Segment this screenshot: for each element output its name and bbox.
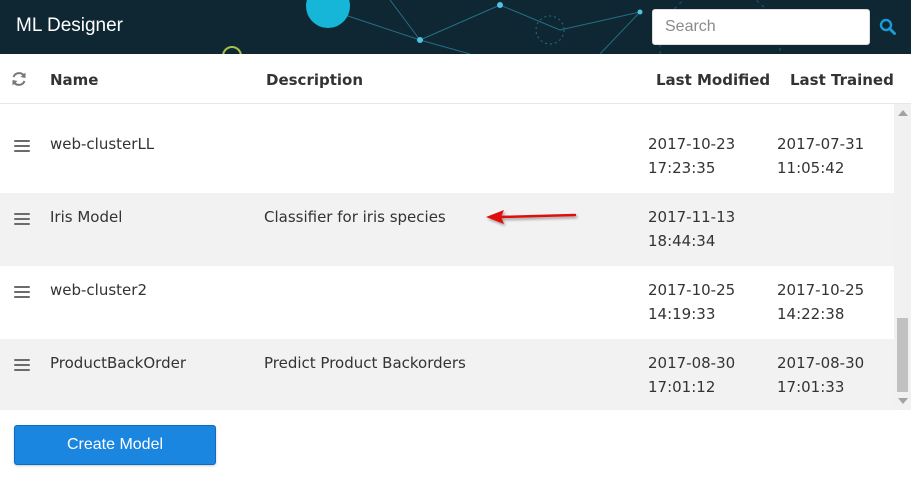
model-name[interactable]: web-clusterLL (50, 132, 154, 156)
search-input[interactable] (652, 9, 870, 45)
table-row[interactable]: Iris Model Classifier for iris species 2… (0, 193, 894, 266)
scrollbar-thumb[interactable] (897, 318, 908, 392)
last-trained-time: 17:01:33 (777, 378, 845, 396)
annotation-arrow-icon (486, 210, 577, 224)
app-header: ML Designer (0, 0, 911, 54)
last-trained-date: 2017-08-30 (777, 354, 865, 372)
drag-handle-icon[interactable] (14, 359, 30, 373)
last-trained-time: 14:22:38 (777, 305, 845, 323)
table-header: Name Description Last Modified Last Trai… (0, 54, 911, 104)
column-header-description[interactable]: Description (266, 71, 363, 89)
table-row[interactable]: web-cluster2 2017-10-25 14:19:33 2017-10-… (0, 266, 894, 339)
last-trained-time: 11:05:42 (777, 159, 845, 177)
table-row[interactable] (0, 104, 894, 120)
column-header-last-trained[interactable]: Last Trained (790, 71, 894, 89)
search-icon[interactable] (879, 18, 897, 36)
last-trained: 2017-10-25 14:22:38 (777, 278, 864, 326)
drag-handle-icon[interactable] (14, 286, 30, 300)
model-description: Classifier for iris species (264, 208, 446, 226)
drag-handle-icon[interactable] (14, 140, 30, 154)
model-name[interactable]: web-cluster2 (50, 278, 147, 302)
last-modified: 2017-08-30 17:01:12 (648, 351, 735, 399)
column-header-name[interactable]: Name (50, 71, 98, 89)
last-trained-date: 2017-07-31 (777, 135, 865, 153)
last-trained: 2017-07-31 11:05:42 (777, 132, 864, 180)
last-modified-date: 2017-10-23 (648, 135, 736, 153)
last-modified-time: 17:23:35 (648, 159, 716, 177)
last-trained-date: 2017-10-25 (777, 281, 865, 299)
last-modified-date: 2017-08-30 (648, 354, 736, 372)
last-modified: 2017-10-25 14:19:33 (648, 278, 735, 326)
last-modified-date: 2017-11-13 (648, 208, 736, 226)
model-name[interactable]: Iris Model (50, 205, 122, 229)
model-description: Predict Product Backorders (264, 354, 466, 372)
create-model-button[interactable]: Create Model (14, 425, 216, 465)
column-header-last-modified[interactable]: Last Modified (656, 71, 770, 89)
drag-handle-icon[interactable] (14, 213, 30, 227)
last-modified-time: 17:01:12 (648, 378, 716, 396)
vertical-scrollbar[interactable] (894, 104, 911, 410)
table-row[interactable]: web-clusterLL 2017-10-23 17:23:35 2017-07… (0, 120, 894, 193)
app-title: ML Designer (16, 15, 124, 36)
refresh-icon[interactable] (10, 70, 28, 88)
scroll-up-arrow-icon[interactable] (898, 110, 908, 116)
last-trained: 2017-08-30 17:01:33 (777, 351, 864, 399)
last-modified: 2017-11-13 18:44:34 (648, 205, 735, 253)
table-row[interactable]: ProductBackOrder Predict Product Backord… (0, 339, 894, 410)
last-modified-date: 2017-10-25 (648, 281, 736, 299)
scroll-down-arrow-icon[interactable] (898, 398, 908, 404)
model-list: web-clusterLL 2017-10-23 17:23:35 2017-07… (0, 104, 894, 410)
last-modified: 2017-10-23 17:23:35 (648, 132, 735, 180)
last-modified-time: 14:19:33 (648, 305, 716, 323)
last-modified-time: 18:44:34 (648, 232, 716, 250)
model-name[interactable]: ProductBackOrder (50, 351, 186, 375)
